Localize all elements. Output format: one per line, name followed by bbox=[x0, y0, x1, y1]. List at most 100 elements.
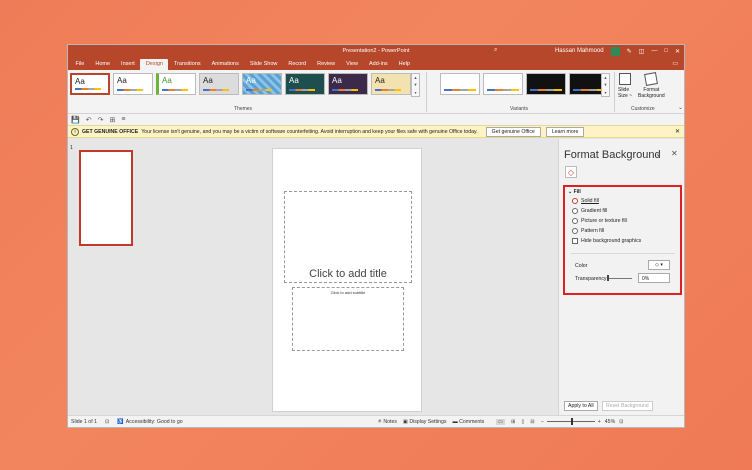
tab-add-ins[interactable]: Add-ins bbox=[364, 61, 394, 70]
theme-thumb[interactable]: Aa bbox=[328, 73, 368, 95]
variant-thumb[interactable] bbox=[483, 73, 523, 95]
theme-thumb[interactable]: Aa bbox=[113, 73, 153, 95]
hide-graphics-option[interactable]: Hide background graphics bbox=[572, 238, 641, 244]
picture-fill-option[interactable]: Picture or texture fill bbox=[572, 218, 627, 224]
subtitle-placeholder[interactable]: Click to add subtitle bbox=[292, 287, 404, 351]
chevron-down-icon[interactable]: ⌄ bbox=[655, 149, 662, 158]
solid-fill-radio[interactable] bbox=[572, 198, 578, 204]
tab-help[interactable]: Help bbox=[393, 61, 415, 70]
tab-insert[interactable]: Insert bbox=[116, 61, 141, 70]
chevron-up-icon[interactable]: ▲ bbox=[414, 75, 418, 80]
theme-thumb[interactable]: Aa bbox=[371, 73, 411, 95]
tab-slide-show[interactable]: Slide Show bbox=[244, 61, 283, 70]
close-icon[interactable]: ✕ bbox=[675, 128, 680, 135]
theme-thumb[interactable]: Aa bbox=[199, 73, 239, 95]
fill-tab-icon[interactable]: ◇ bbox=[565, 166, 577, 178]
variant-thumb[interactable] bbox=[526, 73, 566, 95]
slide-thumbnail[interactable] bbox=[79, 150, 133, 246]
slide-canvas[interactable]: Click to add title Click to add subtitle bbox=[272, 148, 422, 412]
fit-to-window-icon[interactable]: ⊡ bbox=[619, 419, 623, 425]
slide-size-label: Slide Size ~ bbox=[618, 87, 633, 99]
genuine-office-infobar: i GET GENUINE OFFICE Your license isn't … bbox=[68, 125, 684, 138]
gradient-fill-option[interactable]: Gradient fill bbox=[572, 208, 607, 214]
more-icon[interactable]: ▾ bbox=[414, 90, 416, 95]
apply-to-all-button[interactable]: Apply to All bbox=[564, 401, 598, 411]
themes-scroll[interactable]: ▲ ▼ ▾ bbox=[411, 73, 420, 97]
theme-thumb[interactable]: Aa bbox=[156, 73, 196, 95]
transparency-slider[interactable] bbox=[608, 278, 632, 279]
accessibility-status[interactable]: Accessibility: Good to go bbox=[126, 419, 183, 425]
slide-size-button[interactable]: Slide Size ~ bbox=[618, 73, 632, 99]
fill-section-header[interactable]: ⌄ Fill bbox=[568, 189, 581, 195]
zoom-slider[interactable] bbox=[546, 418, 595, 425]
hide-graphics-checkbox[interactable] bbox=[572, 238, 578, 244]
accessibility-icon[interactable]: ♿ bbox=[117, 419, 123, 425]
learn-more-button[interactable]: Learn more bbox=[545, 126, 585, 137]
maximize-button[interactable]: □ bbox=[664, 48, 668, 54]
chevron-down-icon: ▾ bbox=[660, 262, 663, 268]
customize-qat-icon[interactable]: ≡ bbox=[121, 116, 125, 123]
theme-thumb[interactable]: Aa bbox=[70, 73, 110, 95]
zoom-in-icon[interactable]: + bbox=[598, 419, 601, 425]
variant-thumb[interactable] bbox=[440, 73, 480, 95]
tab-view[interactable]: View bbox=[341, 61, 364, 70]
avatar[interactable] bbox=[610, 46, 620, 56]
user-name[interactable]: Hassan Mahmood bbox=[555, 48, 604, 54]
redo-icon[interactable]: ↷ bbox=[98, 116, 104, 124]
theme-thumb[interactable]: Aa bbox=[242, 73, 282, 95]
slide-sorter-icon[interactable]: ⊞ bbox=[511, 419, 515, 425]
reset-background-button[interactable]: Reset Background bbox=[602, 401, 653, 411]
collapse-ribbon-icon[interactable]: ⌄ bbox=[678, 104, 683, 111]
spellcheck-icon[interactable]: ⊡ bbox=[105, 419, 109, 425]
notes-button[interactable]: ≗ Notes bbox=[378, 419, 397, 425]
color-picker-button[interactable]: ◇ ▾ bbox=[648, 260, 670, 270]
present-icon[interactable]: ⊞ bbox=[109, 116, 115, 124]
pen-icon[interactable]: ✎ bbox=[627, 48, 632, 55]
title-placeholder[interactable]: Click to add title bbox=[284, 191, 412, 283]
save-icon[interactable]: 💾 bbox=[71, 116, 80, 124]
tab-review[interactable]: Review bbox=[312, 61, 341, 70]
pattern-fill-radio[interactable] bbox=[572, 228, 578, 234]
pane-title: Format Background bbox=[564, 149, 661, 161]
zoom-level[interactable]: 45% bbox=[605, 419, 615, 425]
search-icon[interactable]: ⌕ bbox=[494, 47, 497, 54]
close-button[interactable]: ✕ bbox=[675, 48, 680, 55]
tab-record[interactable]: Record bbox=[283, 61, 312, 70]
slideshow-icon[interactable]: ⊟ bbox=[530, 419, 534, 425]
solid-fill-option[interactable]: Solid fill bbox=[572, 198, 599, 204]
chevron-up-icon[interactable]: ▲ bbox=[604, 75, 608, 80]
reading-view-icon[interactable]: ▯ bbox=[522, 419, 525, 425]
normal-view-icon[interactable]: ▭ bbox=[496, 418, 506, 425]
transparency-slider-thumb[interactable] bbox=[607, 275, 609, 281]
undo-icon[interactable]: ↶ bbox=[86, 116, 92, 124]
ribbon-display-options-icon[interactable]: ◫ bbox=[639, 48, 645, 55]
get-genuine-office-button[interactable]: Get genuine Office bbox=[485, 126, 541, 137]
format-background-button[interactable]: Format Background bbox=[638, 72, 665, 99]
variants-scroll[interactable]: ▲ ▼ ▾ bbox=[601, 73, 610, 97]
more-icon[interactable]: ▾ bbox=[604, 90, 606, 95]
window-title: Presentation2 - PowerPoint bbox=[342, 48, 410, 54]
comments-button[interactable]: ▬ Comments bbox=[453, 419, 485, 425]
zoom-out-icon[interactable]: − bbox=[541, 419, 544, 425]
pattern-fill-option[interactable]: Pattern fill bbox=[572, 228, 604, 234]
tab-file[interactable]: File bbox=[70, 61, 90, 70]
tab-transitions[interactable]: Transitions bbox=[168, 61, 206, 70]
minimize-button[interactable]: — bbox=[651, 48, 657, 54]
tab-animations[interactable]: Animations bbox=[206, 61, 244, 70]
infobar-message: Your license isn't genuine, and you may … bbox=[141, 128, 478, 135]
divider bbox=[571, 253, 675, 254]
chevron-down-icon[interactable]: ▼ bbox=[604, 82, 608, 87]
format-background-pane: Format Background ⌄ ✕ ◇ ⌄ Fill Solid fil… bbox=[558, 139, 684, 417]
chevron-down-icon[interactable]: ▼ bbox=[414, 82, 418, 87]
tab-design[interactable]: Design bbox=[140, 59, 169, 70]
close-icon[interactable]: ✕ bbox=[671, 149, 678, 158]
gradient-fill-radio[interactable] bbox=[572, 208, 578, 214]
picture-fill-radio[interactable] bbox=[572, 218, 578, 224]
comments-icon[interactable]: ▭ bbox=[666, 60, 684, 70]
theme-label: Aa bbox=[375, 76, 385, 85]
comments-label: Comments bbox=[459, 418, 485, 425]
tab-home[interactable]: Home bbox=[90, 61, 116, 70]
display-settings-button[interactable]: ▣ Display Settings bbox=[403, 419, 447, 425]
transparency-input[interactable]: 0% bbox=[638, 273, 670, 283]
theme-thumb[interactable]: Aa bbox=[285, 73, 325, 95]
